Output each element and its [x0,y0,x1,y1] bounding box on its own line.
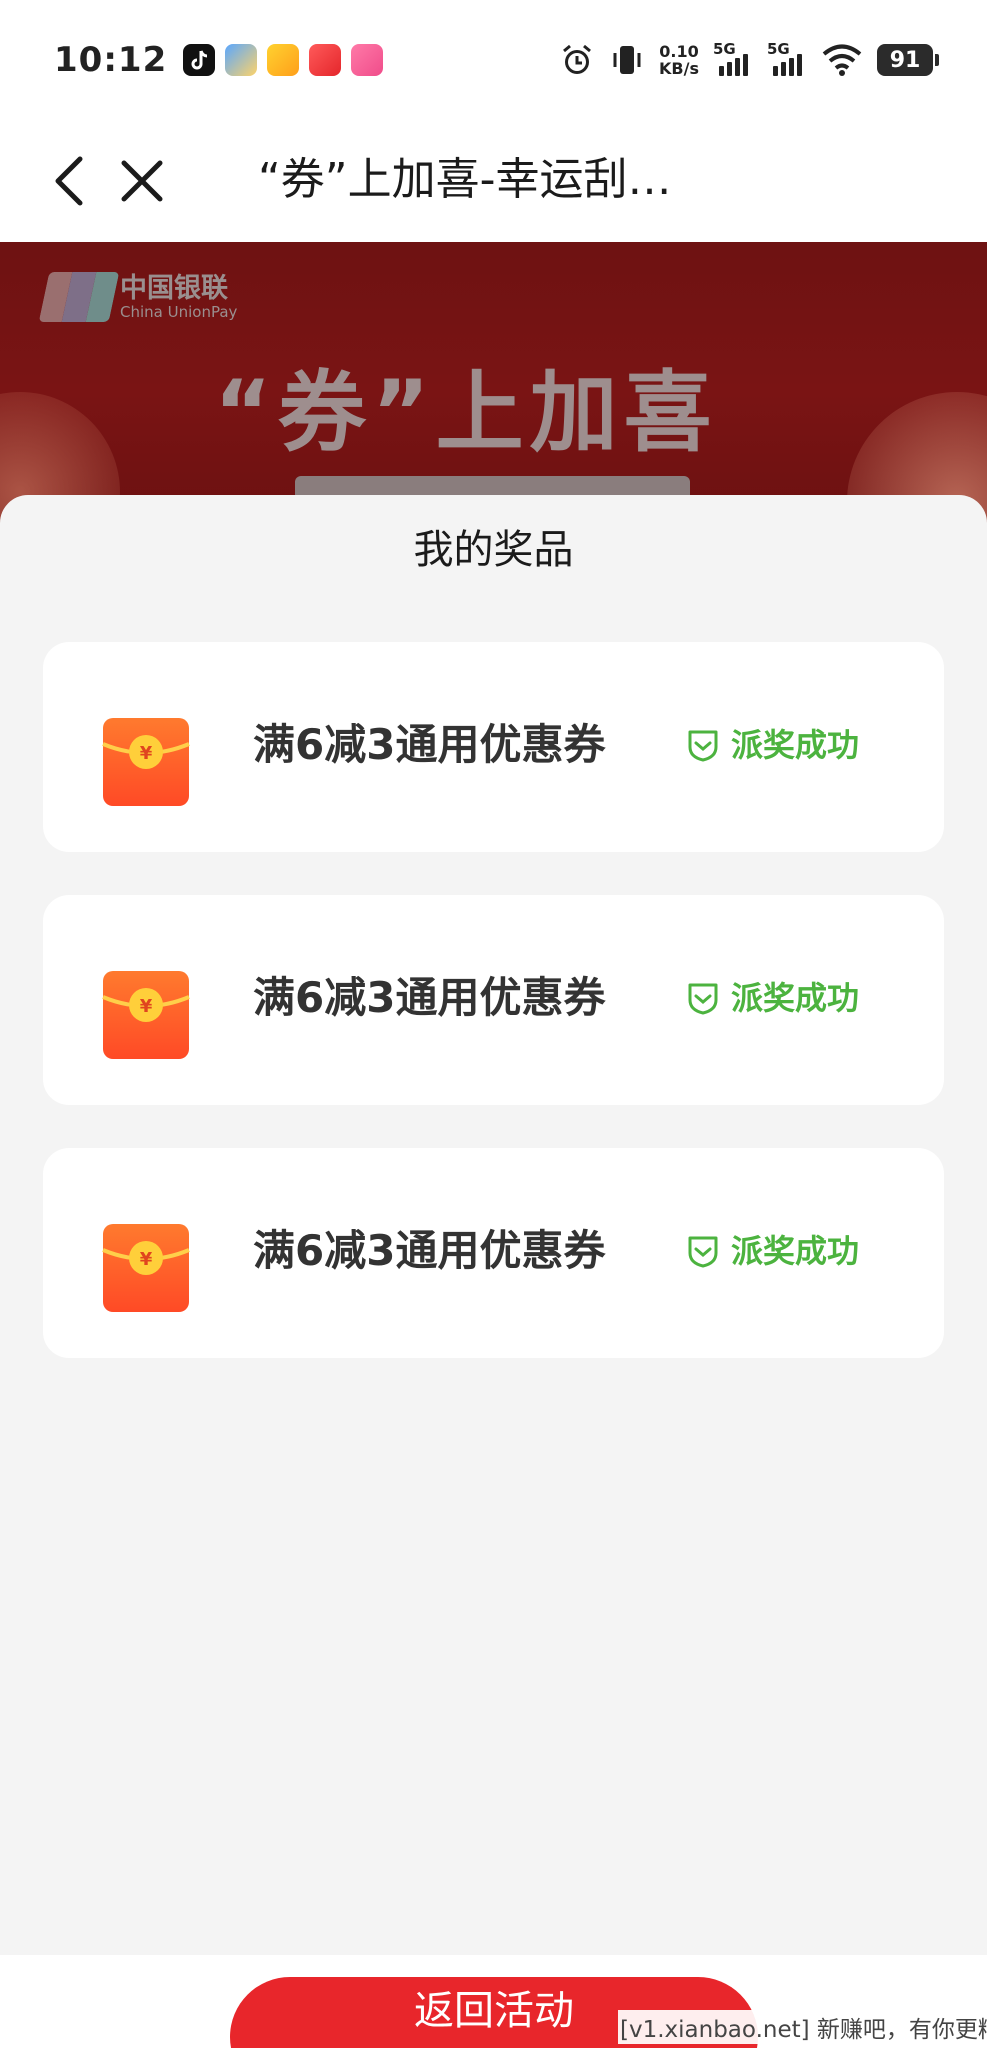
network-speed-unit: KB/s [659,59,699,78]
network-speed-value: 0.10 [659,42,699,61]
my-prizes-sheet: 我的奖品 ¥ 满6减3通用优惠券 派奖成功 ¥ 满6减3通用优惠券 派奖成功 ¥… [0,495,987,1955]
vibrate-icon [609,42,645,78]
notification-app-icons [183,44,384,76]
unionpay-logo-cn: 中国银联 [120,273,228,304]
network-speed: 0.10 KB/s [659,43,699,77]
signal-5g-2: 5G [767,40,807,78]
back-arrow-icon[interactable] [40,146,100,216]
svg-text:¥: ¥ [140,743,153,764]
prize-card[interactable]: ¥ 满6减3通用优惠券 派奖成功 [43,895,944,1105]
sheet-title: 我的奖品 [413,527,574,573]
app-red-icon [309,44,342,76]
prize-status-label: 派奖成功 [731,1232,860,1270]
prize-name: 满6减3通用优惠券 [253,973,606,1022]
status-bar: 10:12 0.10 KB/s 5G 5G 91 [0,0,987,120]
douyin-icon [183,44,216,76]
prize-status-label: 派奖成功 [731,726,860,764]
red-envelope-icon: ¥ [101,969,191,1061]
app-pink-icon [351,44,384,76]
shield-check-icon [688,983,718,1015]
shield-check-icon [688,1236,718,1268]
watermark: [v1.xianbao.net] 新赚吧，有你更精彩！ [618,2010,987,2044]
prize-status: 派奖成功 [685,973,859,1023]
signal-bars-icon [719,54,748,76]
nav-bar: “券”上加喜-幸运刮… [0,120,987,242]
unionpay-logo-en: China UnionPay [120,303,238,321]
unionpay-logo: 中国银联 China UnionPay [38,272,238,322]
close-icon[interactable] [112,146,172,216]
red-envelope-icon: ¥ [101,1222,191,1314]
prize-name: 满6减3通用优惠券 [253,1226,606,1275]
signal-5g-1: 5G [713,40,753,78]
prize-status: 派奖成功 [685,1226,859,1276]
wifi-icon [821,43,863,77]
shield-check-icon [688,730,718,762]
unionpay-badge-icon [38,272,120,322]
prize-status: 派奖成功 [685,720,859,770]
red-envelope-icon: ¥ [101,716,191,808]
banner-title: “券”上加喜 [214,361,718,464]
svg-text:¥: ¥ [140,996,153,1017]
prize-card[interactable]: ¥ 满6减3通用优惠券 派奖成功 [43,642,944,852]
alarm-icon [559,42,595,78]
prize-status-label: 派奖成功 [731,979,860,1017]
page-title: “券”上加喜-幸运刮… [258,154,672,205]
app-yellow-icon [267,44,300,76]
unionpay-wordmark: 中国银联 China UnionPay [120,273,238,321]
signal-bars-icon [773,54,802,76]
page: 10:12 0.10 KB/s 5G 5G 91 “券”上加喜-幸运刮… 中国银… [0,0,987,2048]
status-right-group: 0.10 KB/s 5G 5G 91 [559,40,939,78]
app-blue-icon [225,44,258,76]
svg-text:¥: ¥ [140,1249,153,1270]
status-time: 10:12 [54,40,168,80]
prize-name: 满6减3通用优惠券 [253,720,606,769]
prize-card[interactable]: ¥ 满6减3通用优惠券 派奖成功 [43,1148,944,1358]
battery-indicator: 91 [877,44,939,76]
